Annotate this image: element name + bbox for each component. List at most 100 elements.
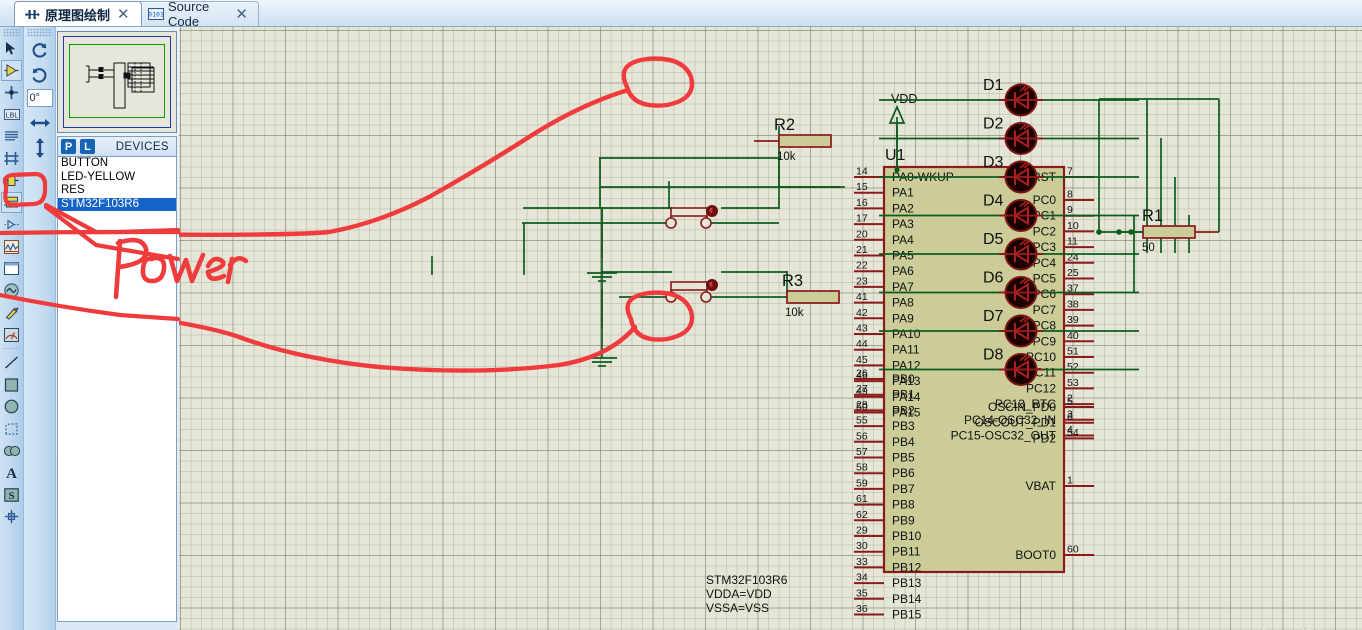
mcu-pin-number: 38 — [1067, 298, 1079, 310]
tab-source-code[interactable]: 0101 Source Code ✕ — [137, 0, 259, 29]
mcu-pin-number: 39 — [1067, 314, 1079, 326]
led-ref-label: D8 — [983, 347, 1004, 364]
mcu-pin-number: 45 — [856, 354, 868, 366]
selection-mode-button[interactable] — [1, 38, 22, 59]
mcu-pin-label: PA6 — [892, 264, 914, 278]
led-ref-label: D2 — [983, 116, 1004, 133]
mcu-pin-label: PB12 — [892, 560, 922, 574]
mcu-pin-number: 14 — [856, 166, 868, 178]
led-d2[interactable]: D2 — [879, 116, 1139, 155]
mcu-pin-number: 27 — [856, 383, 868, 395]
mcu-pin-number: 26 — [856, 368, 868, 380]
tab-schematic-capture[interactable]: 原理图绘制 ✕ — [14, 1, 142, 26]
component-mode-button[interactable] — [1, 60, 22, 81]
device-list-item-selected[interactable]: STM32F103R6 — [58, 197, 176, 211]
text-tool-button[interactable]: A — [1, 462, 22, 483]
mcu-pin-number: 22 — [856, 260, 868, 272]
mcu-pin-label: PA10 — [892, 327, 921, 341]
led-ref-label: D3 — [983, 154, 1004, 171]
device-list-item[interactable]: LED-YELLOW — [58, 171, 176, 185]
mcu-pin-number: 5 — [1067, 396, 1073, 408]
buses-mode-button[interactable] — [1, 148, 22, 169]
led-d1[interactable]: D1 — [879, 77, 1139, 117]
circle-tool-button[interactable] — [1, 396, 22, 417]
mcu-pin-label: OSCIN_PD0 — [988, 400, 1056, 414]
mirror-vertical-button[interactable] — [27, 136, 53, 160]
symbol-tool-button[interactable]: S — [1, 484, 22, 505]
vdd-label: VDD — [891, 92, 917, 106]
orientation-toolbar-gripper[interactable] — [27, 29, 52, 37]
tab-label: 原理图绘制 — [45, 7, 111, 23]
mcu-pin-label: PA8 — [892, 296, 914, 310]
svg-text:LBL: LBL — [5, 112, 18, 119]
mcu-pin-label: PB15 — [892, 608, 922, 622]
origin-marker-tool-button[interactable] — [1, 506, 22, 527]
r3-ref: R3 — [782, 272, 803, 290]
mcu-pin-number: 60 — [1067, 544, 1079, 556]
mcu-pin-label: PB7 — [892, 482, 915, 496]
text-script-mode-button[interactable] — [1, 126, 22, 147]
mirror-horizontal-button[interactable] — [27, 111, 53, 135]
toolbar-gripper[interactable] — [3, 29, 20, 37]
toolbar-divider — [3, 348, 20, 349]
rectangle-tool-button[interactable] — [1, 374, 22, 395]
proteus-window: 原理图绘制 ✕ 0101 Source Code ✕ LBL A S 0° P … — [0, 0, 1362, 630]
rotate-counterclockwise-button[interactable] — [27, 63, 53, 87]
line-tool-button[interactable] — [1, 352, 22, 373]
mcu-pin-label: BOOT0 — [1015, 548, 1056, 562]
mcu-pin-number: 20 — [856, 228, 868, 240]
graph-mode-button[interactable] — [1, 236, 22, 257]
svg-text:0101: 0101 — [148, 10, 164, 18]
mcu-pin-label: PD2 — [1033, 431, 1057, 445]
mcu-pin-label: PA2 — [892, 201, 914, 215]
device-list-item[interactable]: BUTTON — [58, 157, 176, 171]
pick-devices-button[interactable]: P — [61, 139, 76, 154]
mcu-pin-number: 55 — [856, 415, 868, 427]
terminals-mode-button[interactable] — [1, 192, 22, 213]
junction-dot-mode-button[interactable] — [1, 82, 22, 103]
mcu-pin-number: 44 — [856, 338, 868, 350]
mcu-pin-label: VBAT — [1026, 479, 1057, 493]
r2-value: 10k — [777, 151, 796, 163]
device-list-item[interactable]: RES — [58, 184, 176, 198]
rotate-clockwise-button[interactable] — [27, 38, 53, 62]
mcu-ref: U1 — [885, 147, 906, 164]
generator-mode-button[interactable] — [1, 280, 22, 301]
current-probe-mode-button[interactable] — [1, 324, 22, 345]
mcu-pin-label: PA11 — [892, 343, 920, 357]
mcu-pin-label: PB1 — [892, 388, 915, 402]
rotation-angle-input[interactable]: 0° — [26, 89, 53, 107]
mcu-pin-number: 34 — [856, 572, 868, 584]
mcu-pin-label: PB14 — [892, 592, 922, 606]
devices-panel-title: DEVICES — [115, 140, 169, 153]
closed-path-tool-button[interactable] — [1, 440, 22, 461]
mcu-pin-label: PB9 — [892, 513, 915, 527]
library-manager-button[interactable]: L — [80, 139, 95, 154]
mode-toolbar: LBL A S — [0, 27, 24, 630]
devices-panel-header: P L DEVICES — [57, 136, 177, 156]
devices-list[interactable]: BUTTON LED-YELLOW RES STM32F103R6 — [57, 156, 177, 622]
wire-label-mode-button[interactable]: LBL — [1, 104, 22, 125]
mcu-pin-number: 52 — [1067, 361, 1079, 373]
close-icon[interactable]: ✕ — [233, 7, 250, 22]
mcu-pin-number: 35 — [856, 587, 868, 599]
device-pins-mode-button[interactable] — [1, 214, 22, 235]
arc-tool-button[interactable] — [1, 418, 22, 439]
mcu-pin-label: OSCOUT_PD1 — [975, 416, 1057, 430]
subcircuit-mode-button[interactable] — [1, 170, 22, 191]
resistor-r2: R2 10k — [754, 116, 832, 163]
mcu-pin-label: PB13 — [892, 576, 922, 590]
svg-text:A: A — [6, 466, 17, 480]
mcu-pin-number: 9 — [1067, 204, 1073, 216]
tape-recorder-mode-button[interactable] — [1, 258, 22, 279]
mcu-pin-label: PB0 — [892, 372, 915, 386]
schematic-canvas[interactable]: R2 10k R3 10k U1 14 PA0-WKUP 15 PA1 16 PA2 17 P… — [179, 27, 1362, 630]
schematic-preview-pane[interactable] — [57, 31, 177, 133]
voltage-probe-mode-button[interactable] — [1, 302, 22, 323]
close-icon[interactable]: ✕ — [115, 7, 132, 22]
r3-value: 10k — [785, 307, 804, 319]
mcu-pin-number: 21 — [856, 244, 868, 256]
mcu-pin-label: PB5 — [892, 451, 915, 465]
preview-thumbnail — [86, 62, 155, 109]
mcu-pin-number: 15 — [856, 181, 868, 193]
